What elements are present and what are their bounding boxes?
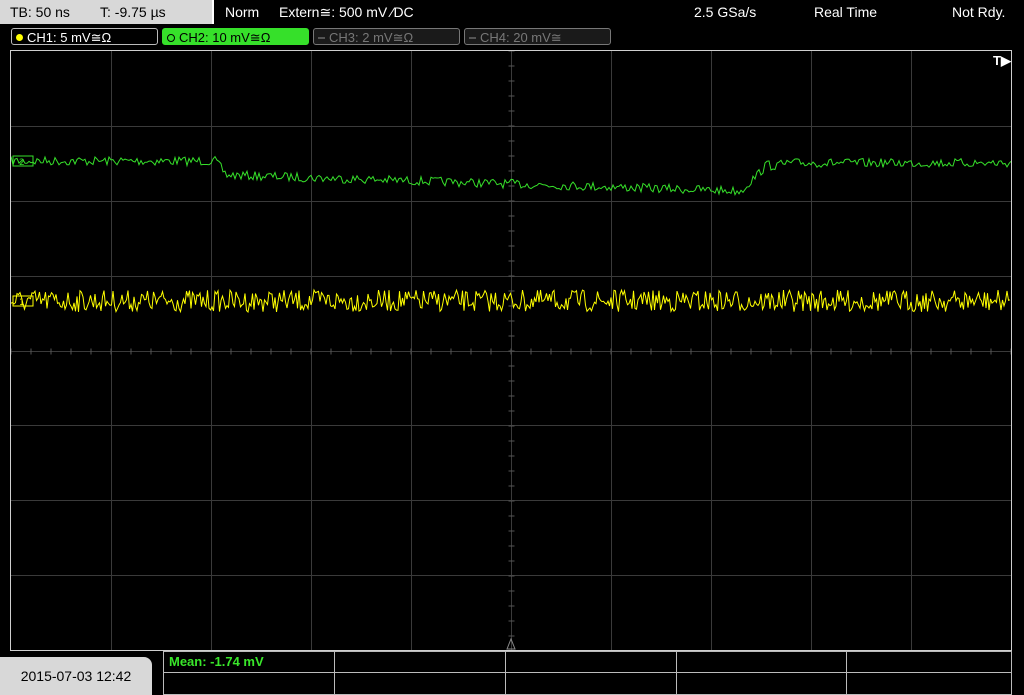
ch2-indicator-icon: [167, 33, 175, 42]
trigger-time-label: T: -9.75 µs: [100, 4, 166, 20]
measure-cell[interactable]: [506, 652, 677, 673]
measure-cell[interactable]: [335, 673, 506, 694]
measure-cell[interactable]: [847, 673, 1011, 694]
ch2-label: CH2: 10 mV≅Ω: [179, 30, 271, 45]
svg-text:2: 2: [19, 158, 25, 168]
tab-ch1[interactable]: CH1: 5 mV≅Ω: [11, 28, 158, 45]
measure-cell[interactable]: [847, 652, 1011, 673]
timebase-label: TB: 50 ns: [10, 4, 70, 20]
measure-cell[interactable]: [164, 673, 335, 694]
ch3-off-icon: [318, 36, 325, 39]
channel-tabs: CH1: 5 mV≅Ω CH2: 10 mV≅Ω CH3: 2 mV≅Ω CH4…: [0, 25, 1024, 49]
trigger-marker-icon: T▶: [993, 53, 1011, 68]
acquisition-status-label: Not Rdy.: [952, 4, 1006, 20]
datetime-label: 2015-07-03 12:42: [0, 657, 152, 695]
measure-cell[interactable]: [335, 652, 506, 673]
ch1-indicator-icon: [16, 34, 23, 42]
mean-readout: Mean: -1.74 mV: [169, 654, 264, 669]
waveform-display[interactable]: 2 1 T▶: [10, 50, 1012, 651]
measurement-panel[interactable]: Mean: -1.74 mV: [163, 651, 1012, 695]
measure-cell[interactable]: [506, 673, 677, 694]
ch1-waveform: [11, 288, 1011, 314]
measure-cell[interactable]: Mean: -1.74 mV: [164, 652, 335, 673]
timebase-box[interactable]: TB: 50 ns T: -9.75 µs: [0, 0, 214, 24]
ch1-label: CH1: 5 mV≅Ω: [27, 30, 112, 45]
trigger-source-label[interactable]: Extern≅: 500 mV ⁄DC: [279, 0, 414, 24]
tab-ch2[interactable]: CH2: 10 mV≅Ω: [162, 28, 309, 45]
status-bar: TB: 50 ns T: -9.75 µs Norm Extern≅: 500 …: [0, 0, 1024, 25]
bottom-bar: 2015-07-03 12:42 Mean: -1.74 mV: [0, 651, 1024, 695]
svg-text:1: 1: [19, 298, 25, 308]
sample-rate-label: 2.5 GSa/s: [694, 4, 757, 20]
measure-cell[interactable]: [677, 652, 847, 673]
ch4-label: CH4: 20 mV≅: [480, 30, 562, 45]
trigger-mode-label[interactable]: Norm: [225, 0, 259, 24]
ch4-off-icon: [469, 36, 476, 39]
ch3-label: CH3: 2 mV≅Ω: [329, 30, 414, 45]
tab-ch4[interactable]: CH4: 20 mV≅: [464, 28, 611, 45]
measure-cell[interactable]: [677, 673, 847, 694]
acquisition-mode-label[interactable]: Real Time: [814, 0, 877, 24]
waveform-canvas: 2 1: [11, 51, 1011, 650]
tab-ch3[interactable]: CH3: 2 mV≅Ω: [313, 28, 460, 45]
